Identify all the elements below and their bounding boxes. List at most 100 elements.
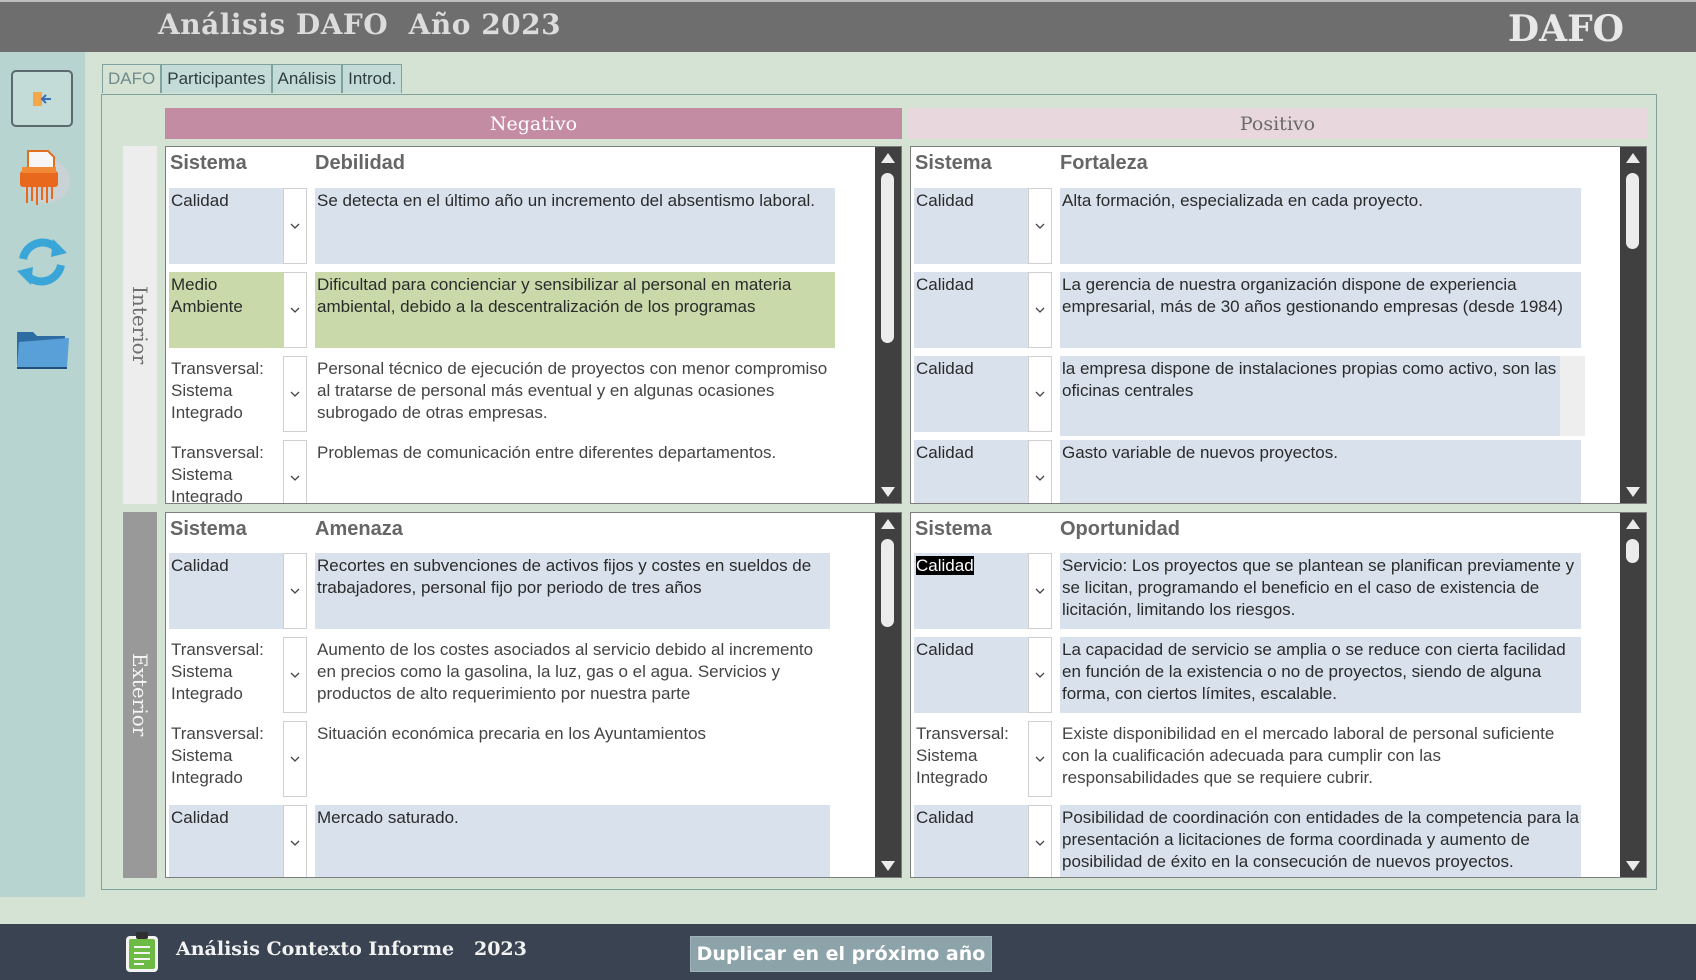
sistema-dropdown-button[interactable] [283,805,307,877]
debilidad-text-field[interactable]: Se detecta en el último año un increment… [315,188,835,264]
oportunidad-text-field[interactable]: Existe disponibilidad en el mercado labo… [1060,721,1581,797]
sistema-dropdown-button[interactable] [283,721,307,797]
fortaleza-text-field[interactable]: la empresa dispone de instalaciones prop… [1060,356,1585,436]
amenaza-text-field[interactable]: Mercado saturado. [315,805,830,877]
chevron-down-icon [290,756,300,762]
sistema-field[interactable]: Transversal: Sistema Integrado [914,721,1028,797]
sistema-field[interactable]: Calidad [169,805,283,877]
fortaleza-panel: Sistema Fortaleza Calidad Alta formación… [910,146,1647,504]
oportunidad-text-field[interactable]: Posibilidad de coordinación con entidade… [1060,805,1581,877]
scroll-up-icon[interactable] [881,153,895,163]
scroll-up-icon[interactable] [1626,153,1640,163]
sistema-dropdown-button[interactable] [1028,637,1052,713]
oportunidad-scrollbar[interactable] [1620,513,1646,877]
sistema-dropdown-button[interactable] [1028,272,1052,348]
sistema-dropdown-button[interactable] [1028,356,1052,432]
scroll-thumb[interactable] [881,173,894,343]
chevron-down-icon [290,223,300,229]
interior-label: Interior [123,146,157,504]
debilidad-row: Transversal: Sistema Integrado Problemas… [166,440,875,503]
exit-button[interactable] [11,70,73,127]
debilidad-list: Sistema Debilidad Calidad Se detecta en … [166,147,875,503]
sistema-field[interactable]: Medio Ambiente [169,272,283,348]
sistema-dropdown-button[interactable] [1028,721,1052,797]
scroll-down-icon[interactable] [1626,861,1640,871]
fortaleza-col-sistema: Sistema [915,152,992,174]
chevron-down-icon [1035,223,1045,229]
fortaleza-row: Calidad Gasto variable de nuevos proyect… [911,440,1620,503]
amenaza-text-field[interactable]: Recortes en subvenciones de activos fijo… [315,553,830,629]
sistema-dropdown-button[interactable] [1028,553,1052,629]
tab-introd[interactable]: Introd. [342,64,403,93]
sistema-field[interactable]: Transversal: Sistema Integrado [169,637,283,713]
sistema-field[interactable]: Calidad [914,805,1028,877]
sidebar [0,52,85,897]
sistema-dropdown-button[interactable] [1028,805,1052,877]
sistema-field[interactable]: Calidad [169,188,283,264]
scroll-down-icon[interactable] [881,861,895,871]
fortaleza-row: Calidad La gerencia de nuestra organizac… [911,272,1620,348]
sistema-field[interactable]: Calidad [914,637,1028,713]
scroll-thumb[interactable] [1626,173,1639,249]
scroll-thumb[interactable] [1626,539,1639,563]
chevron-down-icon [290,475,300,481]
fortaleza-text-field[interactable]: Alta formación, especializada en cada pr… [1060,188,1581,264]
refresh-icon [17,238,67,286]
fortaleza-scrollbar[interactable] [1620,147,1646,503]
sistema-field[interactable]: Calidad [914,553,1028,629]
duplicate-next-year-button[interactable]: Duplicar en el próximo año [690,936,992,972]
scroll-down-icon[interactable] [1626,487,1640,497]
oportunidad-row: Calidad La capacidad de servicio se ampl… [911,637,1620,713]
sistema-dropdown-button[interactable] [283,272,307,348]
sistema-field[interactable]: Calidad [914,356,1028,432]
fortaleza-text-field[interactable]: La gerencia de nuestra organización disp… [1060,272,1581,348]
sistema-dropdown-button[interactable] [283,188,307,264]
amenaza-text-field[interactable]: Aumento de los costes asociados al servi… [315,637,830,713]
oportunidad-text-field[interactable]: Servicio: Los proyectos que se plantean … [1060,553,1581,629]
scroll-down-icon[interactable] [881,487,895,497]
debilidad-text-field[interactable]: Dificultad para concienciar y sensibiliz… [315,272,835,348]
scroll-up-icon[interactable] [1626,519,1640,529]
debilidad-text-field[interactable]: Problemas de comunicación entre diferent… [315,440,835,503]
scroll-thumb[interactable] [881,539,894,627]
sistema-field[interactable]: Calidad [914,440,1028,503]
debilidad-panel: Sistema Debilidad Calidad Se detecta en … [165,146,902,504]
oportunidad-col-texto: Oportunidad [1060,518,1180,540]
sistema-dropdown-button[interactable] [283,553,307,629]
sistema-field[interactable]: Transversal: Sistema Integrado [169,721,283,797]
chevron-down-icon [1035,475,1045,481]
exterior-label: Exterior [123,512,157,878]
sistema-dropdown-button[interactable] [283,356,307,432]
sistema-field[interactable]: Transversal: Sistema Integrado [169,440,283,503]
oportunidad-list: Sistema Oportunidad Calidad Servicio: Lo… [911,513,1620,877]
sistema-field[interactable]: Transversal: Sistema Integrado [169,356,283,432]
oportunidad-text-field[interactable]: La capacidad de servicio se amplia o se … [1060,637,1581,713]
tab-analisis[interactable]: Análisis [271,64,343,93]
fortaleza-row: Calidad Alta formación, especializada en… [911,188,1620,264]
debilidad-text-field[interactable]: Personal técnico de ejecución de proyect… [315,356,835,432]
oportunidad-row: Calidad Servicio: Los proyectos que se p… [911,553,1620,629]
debilidad-row: Calidad Se detecta en el último año un i… [166,188,875,264]
sistema-dropdown-button[interactable] [1028,188,1052,264]
open-folder-button[interactable] [12,320,72,376]
sistema-field[interactable]: Calidad [169,553,283,629]
amenaza-text-field[interactable]: Situación económica precaria en los Ayun… [315,721,830,797]
refresh-button[interactable] [12,232,72,292]
sistema-dropdown-button[interactable] [283,440,307,503]
fortaleza-col-texto: Fortaleza [1060,152,1148,174]
amenaza-row: Calidad Mercado saturado. [166,805,875,877]
shred-button[interactable] [10,145,72,211]
tab-bar: DAFO Participantes Análisis Introd. [102,64,403,94]
chevron-down-icon [1035,672,1045,678]
sistema-field[interactable]: Calidad [914,188,1028,264]
tab-dafo[interactable]: DAFO [102,64,162,93]
fortaleza-text-field[interactable]: Gasto variable de nuevos proyectos. [1060,440,1581,503]
sistema-dropdown-button[interactable] [1028,440,1052,503]
amenaza-scrollbar[interactable] [875,513,901,877]
sistema-field[interactable]: Calidad [914,272,1028,348]
debilidad-scrollbar[interactable] [875,147,901,503]
tab-participantes[interactable]: Participantes [161,64,272,93]
interior-label-text: Interior [128,285,152,365]
scroll-up-icon[interactable] [881,519,895,529]
sistema-dropdown-button[interactable] [283,637,307,713]
